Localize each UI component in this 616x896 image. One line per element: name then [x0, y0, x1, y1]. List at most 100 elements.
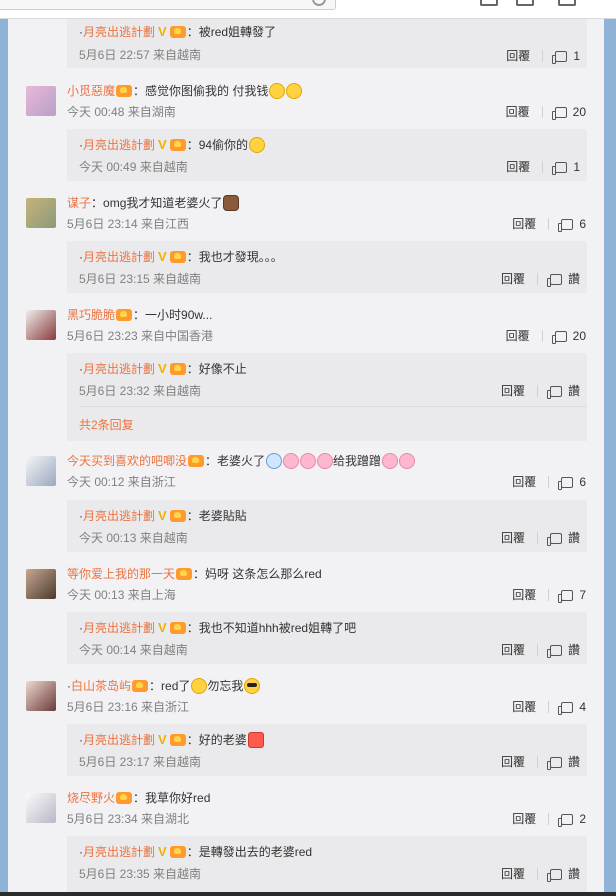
username-link[interactable]: 月亮出逃計劃 — [83, 138, 155, 152]
like-icon[interactable] — [546, 757, 562, 770]
reply-button[interactable]: 回覆 — [512, 588, 536, 602]
like-icon[interactable] — [546, 274, 562, 287]
like-count[interactable]: 讚 — [568, 755, 580, 769]
comment-line: 烧尽野火 ：我草你好red — [67, 791, 211, 805]
username-link[interactable]: 今天买到喜欢的吧唧没 — [67, 454, 187, 468]
reply-button[interactable]: 回覆 — [501, 384, 525, 398]
like-icon[interactable] — [558, 219, 574, 232]
reply-button[interactable]: 回覆 — [506, 329, 530, 343]
like-icon[interactable] — [551, 331, 567, 344]
toolbar-icon-2[interactable] — [516, 0, 534, 6]
like-icon[interactable] — [546, 533, 562, 546]
username-link[interactable]: 烧尽野火 — [67, 791, 115, 805]
comment-text: 勿忘我 — [207, 679, 244, 693]
more-replies-link[interactable]: 共2条回复 — [79, 416, 134, 433]
vip-badge-icon — [169, 734, 186, 746]
avatar[interactable] — [26, 456, 56, 486]
like-icon[interactable] — [552, 162, 568, 175]
reply-button[interactable]: 回覆 — [501, 867, 525, 881]
username-link[interactable]: 等你爱上我的那一天 — [67, 567, 175, 581]
search-input[interactable] — [0, 0, 336, 10]
comment-meta: 今天 00:14 来自越南 — [79, 643, 188, 657]
like-icon[interactable] — [551, 107, 567, 120]
username-link[interactable]: 月亮出逃計劃 — [83, 621, 155, 635]
comment-actions: 回覆 20 — [506, 103, 586, 120]
like-count[interactable]: 6 — [579, 217, 586, 231]
doraemon-emoji-icon — [266, 453, 283, 469]
username-link[interactable]: 小觅惡魔 — [67, 84, 115, 98]
toolbar-icon-3[interactable] — [558, 0, 576, 6]
avatar[interactable] — [26, 681, 56, 711]
reply-button[interactable]: 回覆 — [506, 160, 530, 174]
username-link[interactable]: 黑巧脆脆 — [67, 308, 115, 322]
reply-button[interactable]: 回覆 — [506, 49, 530, 63]
username-link[interactable]: 谋子 — [67, 196, 91, 210]
vip-badge-icon — [116, 309, 133, 321]
like-icon[interactable] — [546, 386, 562, 399]
like-icon[interactable] — [558, 702, 574, 715]
username-link[interactable]: 月亮出逃計劃 — [83, 509, 155, 523]
comment-meta: 5月6日 23:32 来自越南 — [79, 384, 202, 398]
username-link[interactable]: 月亮出逃計劃 — [83, 250, 155, 264]
avatar[interactable] — [26, 310, 56, 340]
username-link[interactable]: 月亮出逃計劃 — [83, 733, 155, 747]
reply-line: ·月亮出逃計劃 V ：我也不知道hhh被red姐轉了吧 — [79, 620, 357, 635]
pig-emoji-icon — [317, 453, 334, 469]
reply-button[interactable]: 回覆 — [512, 475, 536, 489]
reply-line: ·月亮出逃計劃 V ：我也才發現。。。 — [79, 249, 283, 264]
like-count[interactable]: 讚 — [568, 272, 580, 286]
verified-v-icon: V — [158, 508, 167, 523]
avatar[interactable] — [26, 198, 56, 228]
comment-item: 今天买到喜欢的吧唧没 ：老婆火了 给我蹭蹭 今天 00:12 来自浙江 回覆 6 — [8, 453, 604, 493]
toolbar-icon-1[interactable] — [480, 0, 498, 6]
comment-line: 小觅惡魔 ：感觉你图偷我的 付我钱 — [67, 83, 303, 99]
comment-text: omg我才知道老婆火了 — [103, 196, 223, 210]
taskbar-edge — [0, 892, 616, 896]
like-icon[interactable] — [558, 590, 574, 603]
like-count[interactable]: 6 — [579, 475, 586, 489]
username-link[interactable]: 白山茶岛屿 — [71, 679, 131, 693]
vip-badge-icon — [169, 26, 186, 38]
like-count[interactable]: 讚 — [568, 384, 580, 398]
comment-text: 94偷你的 — [198, 138, 249, 152]
reply-line: ·月亮出逃計劃 V ：好像不止 — [79, 361, 247, 376]
avatar[interactable] — [26, 793, 56, 823]
pig-emoji-icon — [399, 453, 416, 469]
comment-text: 被red姐轉發了 — [198, 25, 277, 39]
comment-text: 老婆火了 — [217, 454, 266, 468]
comment-text: red了 — [161, 679, 191, 693]
comment-actions: 回覆 6 — [512, 215, 586, 232]
like-icon[interactable] — [558, 477, 574, 490]
like-icon[interactable] — [546, 869, 562, 882]
comment-meta: 今天 00:13 来自上海 — [67, 588, 176, 602]
reply-button[interactable]: 回覆 — [501, 643, 525, 657]
like-icon[interactable] — [546, 645, 562, 658]
reply-button[interactable]: 回覆 — [506, 105, 530, 119]
avatar[interactable] — [26, 86, 56, 116]
like-count[interactable]: 7 — [579, 588, 586, 602]
like-count[interactable]: 2 — [579, 812, 586, 826]
reply-button[interactable]: 回覆 — [512, 217, 536, 231]
like-count[interactable]: 1 — [573, 49, 580, 63]
reply-block: ·月亮出逃計劃 V ：老婆貼貼 今天 00:13 来自越南 回覆 讚 — [67, 500, 587, 552]
like-count[interactable]: 20 — [573, 105, 586, 119]
reply-button[interactable]: 回覆 — [501, 755, 525, 769]
comment-actions: 回覆 讚 — [501, 641, 580, 658]
like-count[interactable]: 20 — [573, 329, 586, 343]
avatar[interactable] — [26, 569, 56, 599]
reply-button[interactable]: 回覆 — [501, 531, 525, 545]
username-link[interactable]: 月亮出逃計劃 — [83, 25, 155, 39]
like-count[interactable]: 1 — [573, 160, 580, 174]
reply-button[interactable]: 回覆 — [501, 272, 525, 286]
reply-button[interactable]: 回覆 — [512, 700, 536, 714]
username-link[interactable]: 月亮出逃計劃 — [83, 845, 155, 859]
reply-block: ·月亮出逃計劃 V ：被red姐轉發了 5月6日 22:57 来自越南 回覆 1 — [67, 14, 587, 68]
like-icon[interactable] — [552, 51, 568, 64]
like-count[interactable]: 讚 — [568, 643, 580, 657]
like-count[interactable]: 讚 — [568, 531, 580, 545]
username-link[interactable]: 月亮出逃計劃 — [83, 362, 155, 376]
like-icon[interactable] — [558, 814, 574, 827]
reply-button[interactable]: 回覆 — [512, 812, 536, 826]
like-count[interactable]: 4 — [579, 700, 586, 714]
like-count[interactable]: 讚 — [568, 867, 580, 881]
